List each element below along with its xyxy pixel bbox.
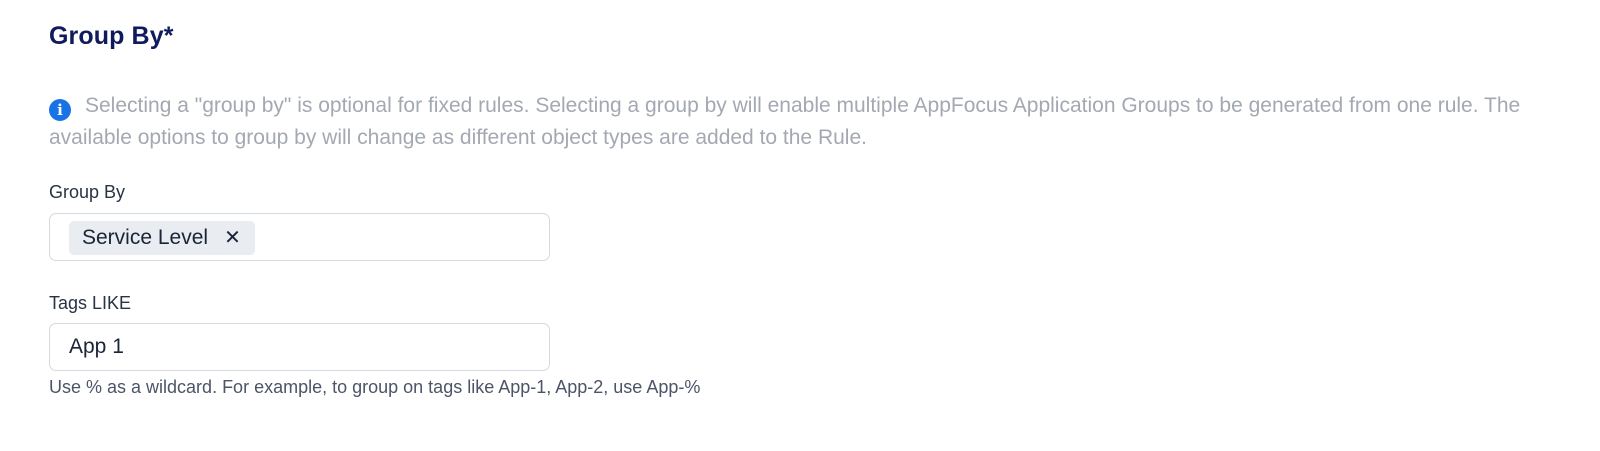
close-icon[interactable]: ✕ [224,228,241,248]
tags-like-label: Tags LIKE [49,293,132,313]
group-by-select[interactable]: Service Level ✕ [49,213,550,261]
tags-like-input[interactable] [49,323,550,371]
info-text: Selecting a "group by" is optional for f… [49,94,1521,149]
info-circle-icon: i [49,99,71,121]
info-message: i Selecting a "group by" is optional for … [49,90,1589,154]
chip-label: Service Level [82,226,209,249]
selected-chip-service-level: Service Level ✕ [69,221,255,255]
section-title: Group By* [49,22,174,50]
tags-help-text: Use % as a wildcard. For example, to gro… [49,377,701,397]
group-by-label: Group By [49,182,126,202]
